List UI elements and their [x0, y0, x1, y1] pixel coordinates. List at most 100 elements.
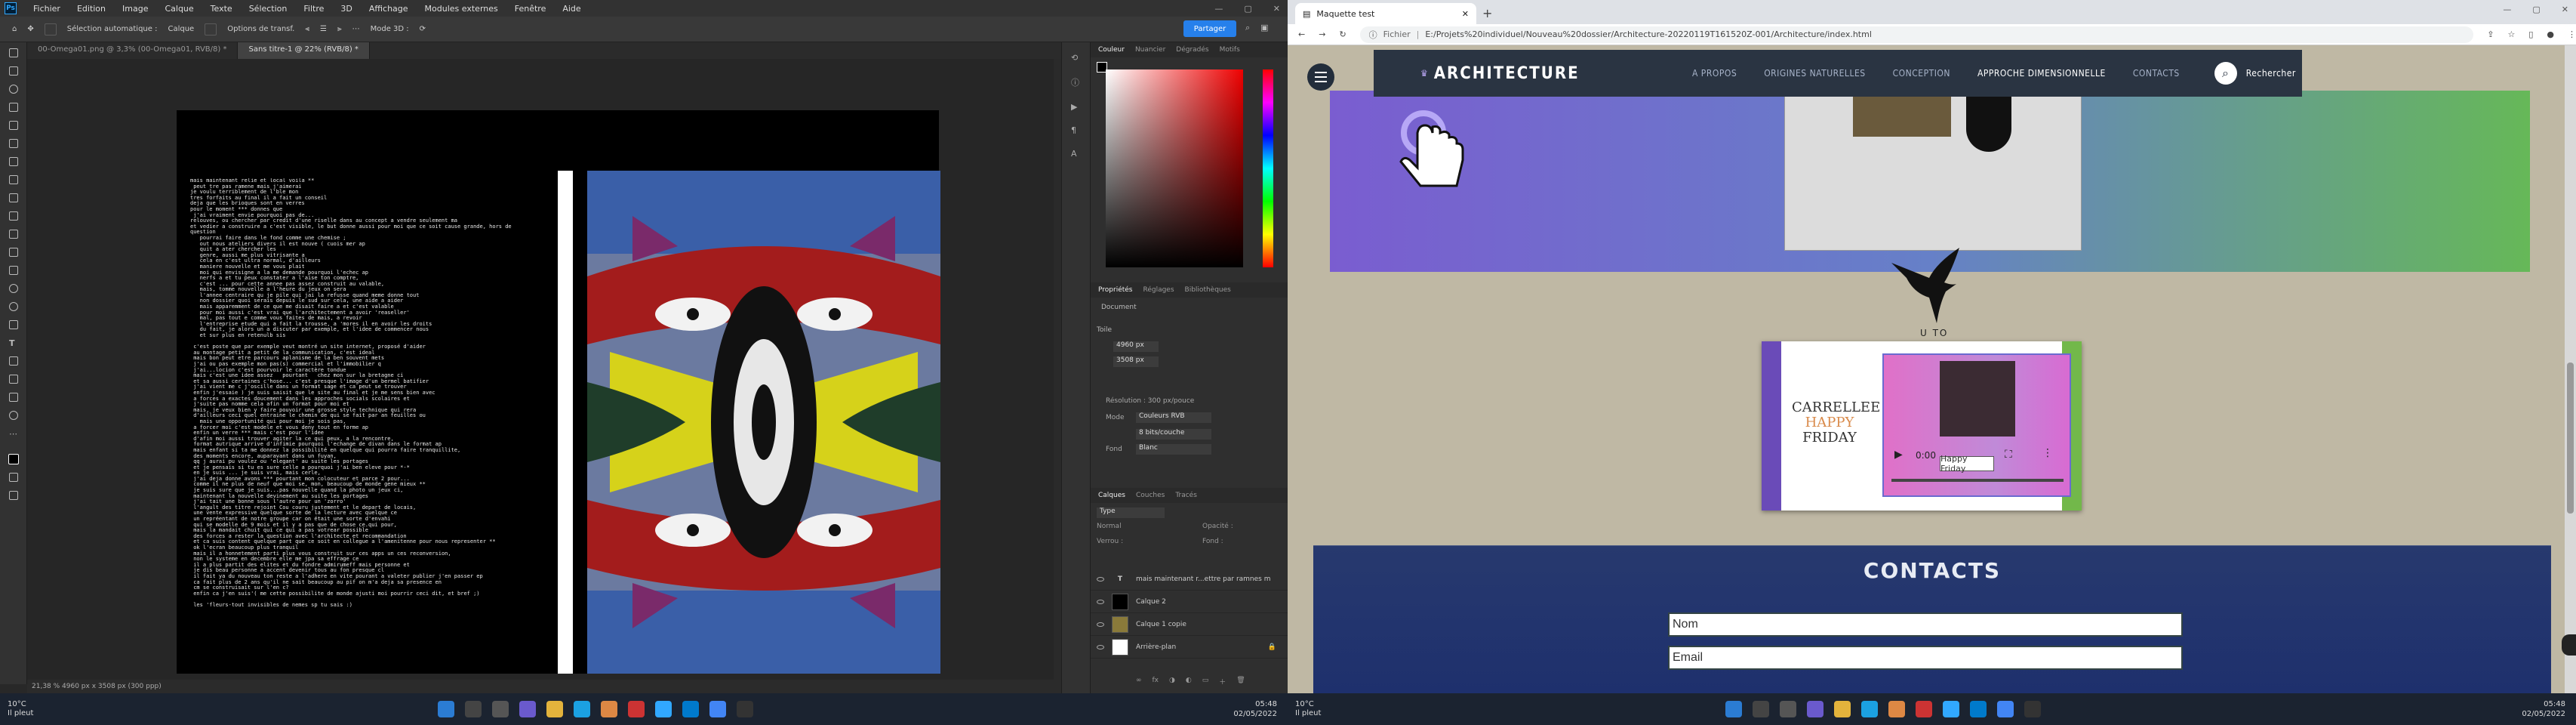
tab-motifs[interactable]: Motifs — [1220, 46, 1240, 54]
zoom-tool-icon[interactable] — [5, 408, 23, 423]
layer-row-calque2[interactable]: Calque 2 — [1091, 591, 1288, 613]
folder-icon[interactable]: ▭ — [1202, 677, 1209, 686]
quick-mask-icon[interactable] — [5, 470, 23, 485]
minimize-icon[interactable]: — — [2503, 5, 2511, 14]
clock-time[interactable]: 05:48 — [2522, 699, 2565, 709]
tab-proprietes[interactable]: Propriétés — [1098, 286, 1132, 294]
nav-a-propos[interactable]: A PROPOS — [1692, 68, 1737, 79]
ps-canvas-area[interactable]: mais maintenant relie et local voila ** … — [27, 59, 1061, 680]
actions-icon[interactable]: ▶ — [1071, 102, 1081, 112]
nav-approche[interactable]: APPROCHE DIMENSIONNELLE — [1977, 68, 2106, 79]
menu-fichier[interactable]: Fichier — [33, 4, 60, 14]
blend-mode-select[interactable]: Normal — [1097, 523, 1122, 530]
layer-select[interactable]: Calque — [168, 25, 194, 33]
type-tool-icon[interactable]: T — [5, 335, 23, 350]
menu-affichage[interactable]: Affichage — [369, 4, 408, 14]
workspace-icon[interactable]: ▣ — [1260, 23, 1268, 33]
visibility-eye-icon[interactable] — [1097, 599, 1104, 604]
store-icon[interactable] — [601, 701, 617, 717]
close-icon[interactable]: ✕ — [2562, 5, 2568, 14]
gradient-tool-icon[interactable] — [5, 263, 23, 278]
history-icon[interactable]: ⟲ — [1071, 53, 1081, 63]
back-icon[interactable]: ← — [1298, 29, 1305, 39]
eraser-tool-icon[interactable] — [5, 245, 23, 260]
layer-row-arriere-plan[interactable]: Arrière-plan 🔒 — [1091, 636, 1288, 659]
visibility-eye-icon[interactable] — [1097, 644, 1104, 649]
search-icon[interactable]: ⌕ — [2214, 62, 2237, 85]
nav-contacts[interactable]: CONTACTS — [2133, 68, 2180, 79]
close-icon[interactable]: ✕ — [1273, 4, 1280, 14]
blur-tool-icon[interactable] — [5, 281, 23, 296]
tab-couleur[interactable]: Couleur — [1098, 46, 1125, 54]
fx-icon[interactable]: fx — [1153, 677, 1159, 686]
align-right-icon[interactable]: ⫸ — [337, 25, 342, 33]
menu-aide[interactable]: Aide — [562, 4, 580, 14]
adjustment-icon[interactable]: ◐ — [1186, 677, 1192, 686]
menu-filtre[interactable]: Filtre — [303, 4, 324, 14]
dodge-tool-icon[interactable] — [5, 299, 23, 314]
menu-selection[interactable]: Sélection — [249, 4, 288, 14]
teams-icon[interactable] — [1807, 701, 1824, 717]
depth-select[interactable]: 8 bits/couche — [1136, 429, 1211, 440]
bookmark-star-icon[interactable]: ☆ — [2507, 29, 2515, 39]
browser-tab[interactable]: ▤ Maquette test ✕ — [1295, 3, 1476, 24]
vscode-icon[interactable] — [1970, 701, 1987, 717]
windows-start-icon[interactable] — [438, 701, 454, 717]
info-icon[interactable]: ⓘ — [1071, 76, 1081, 88]
info-icon[interactable]: ⓘ — [1369, 29, 1377, 41]
fill-select[interactable]: Blanc — [1136, 444, 1211, 455]
mode-select[interactable]: Couleurs RVB — [1136, 412, 1211, 423]
nav-conception[interactable]: CONCEPTION — [1893, 68, 1950, 79]
brush-tool-icon[interactable] — [5, 190, 23, 205]
lasso-tool-icon[interactable] — [5, 82, 23, 97]
menu-image[interactable]: Image — [122, 4, 148, 14]
tab-couches[interactable]: Couches — [1136, 492, 1165, 499]
menu-modules[interactable]: Modules externes — [425, 4, 498, 14]
search-label[interactable]: Rechercher — [2246, 68, 2296, 79]
fullscreen-icon[interactable]: ⛶ — [2005, 449, 2012, 461]
menu-calque[interactable]: Calque — [165, 4, 193, 14]
nav-origines[interactable]: ORIGINES NATURELLES — [1764, 68, 1865, 79]
reload-icon[interactable]: ↻ — [1339, 29, 1346, 39]
tab-reglages[interactable]: Réglages — [1143, 286, 1174, 294]
doc-tab-sans-titre[interactable]: Sans titre-1 @ 22% (RVB/8) * — [238, 42, 370, 59]
clock-date[interactable]: 02/05/2022 — [1233, 709, 1277, 719]
clock-date[interactable]: 02/05/2022 — [2522, 709, 2565, 719]
task-view-icon[interactable] — [1780, 701, 1796, 717]
menu-fenetre[interactable]: Fenêtre — [515, 4, 546, 14]
more-options-icon[interactable]: ⋮ — [2042, 447, 2053, 459]
rotate3d-icon[interactable]: ⟳ — [420, 25, 426, 33]
page-scrollbar[interactable] — [2565, 45, 2576, 693]
tab-calques[interactable]: Calques — [1098, 492, 1125, 499]
frame-tool-icon[interactable] — [5, 136, 23, 151]
color-picker-field[interactable] — [1106, 69, 1243, 267]
document-canvas[interactable]: mais maintenant relie et local voila ** … — [177, 110, 940, 674]
new-layer-icon[interactable]: ＋ — [1219, 677, 1226, 686]
clock-time[interactable]: 05:48 — [1233, 699, 1277, 709]
minimize-icon[interactable]: — — [1214, 4, 1223, 14]
layer-filter-select[interactable]: Type — [1097, 508, 1165, 518]
stamp-tool-icon[interactable] — [5, 208, 23, 224]
hue-slider[interactable] — [1263, 69, 1273, 267]
windows-start-icon[interactable] — [1725, 701, 1742, 717]
transform-checkbox[interactable] — [205, 23, 217, 35]
tab-close-icon[interactable]: ✕ — [1462, 9, 1469, 19]
maximize-icon[interactable]: ▢ — [2532, 5, 2540, 14]
width-field[interactable]: 4960 px — [1113, 341, 1159, 352]
name-field[interactable]: Nom — [1668, 612, 2183, 637]
store-icon[interactable] — [1888, 701, 1905, 717]
home-icon[interactable]: ⌂ — [12, 25, 17, 33]
edge-icon[interactable] — [1861, 701, 1878, 717]
chrome-icon[interactable] — [1997, 701, 2014, 717]
mask-icon[interactable]: ◑ — [1169, 677, 1175, 686]
site-logo[interactable]: ARCHITECTURE — [1434, 64, 1580, 83]
auto-select-checkbox[interactable] — [44, 23, 57, 35]
vscode-icon[interactable] — [682, 701, 699, 717]
pen-tool-icon[interactable] — [5, 317, 23, 332]
visibility-eye-icon[interactable] — [1097, 576, 1104, 582]
address-bar[interactable]: ⓘ Fichier | E:/Projets%20individuel/Nouv… — [1359, 26, 2474, 43]
search-icon[interactable] — [465, 701, 482, 717]
tab-nuancier[interactable]: Nuancier — [1135, 46, 1165, 54]
menu-edition[interactable]: Edition — [77, 4, 106, 14]
path-select-icon[interactable] — [5, 353, 23, 369]
